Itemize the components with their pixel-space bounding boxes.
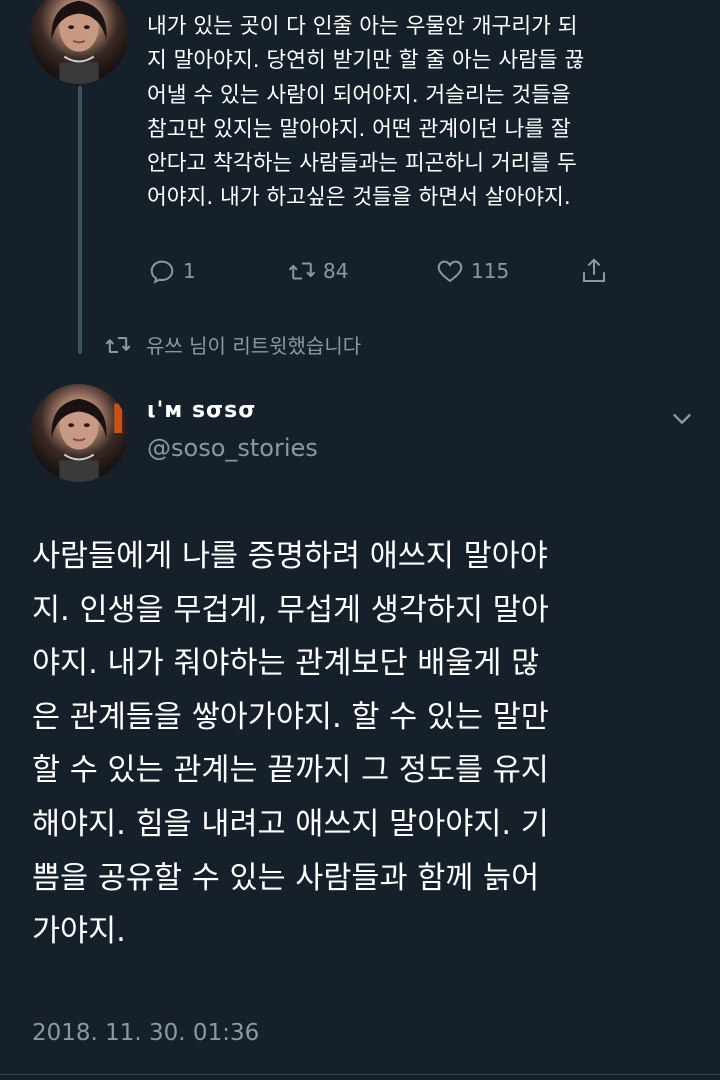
tweet-text-line: 은 관계들을 쌓아가야지. 할 수 있는 말만	[32, 699, 549, 735]
tweet-timestamp[interactable]: 2018. 11. 30. 01:36	[32, 1020, 259, 1046]
reply-button[interactable]: 1	[147, 256, 196, 286]
tweet-text: 사람들에게 나를 증명하려 애쓰지 말아야 지. 인생을 무겁게, 무섭게 생각…	[32, 530, 712, 959]
share-button[interactable]	[579, 256, 609, 286]
chevron-down-icon[interactable]	[668, 404, 696, 432]
tweet-action-bar: 1 84 115	[147, 256, 617, 288]
retweet-count: 84	[323, 259, 349, 283]
tweet-text-line: 안다고 착각하는 사람들과는 피곤하니 거리를 두	[147, 151, 577, 177]
avatar[interactable]	[30, 384, 128, 482]
tweet-text-line: 참고만 있지는 말아야지. 어떤 관계이던 나를 잘	[147, 116, 571, 142]
tweet-text-line: 어야지. 내가 하고싶은 것들을 하면서 살아야지.	[147, 185, 571, 211]
share-icon	[583, 258, 605, 282]
avatar[interactable]	[30, 0, 128, 84]
tweet-text-line: 지. 인생을 무겁게, 무섭게 생각하지 말아	[32, 592, 549, 628]
tweet-text-line: 내가 있는 곳이 다 인줄 아는 우물안 개구리가 되	[147, 14, 578, 39]
tweet-text-line: 해야지. 힘을 내려고 애쓰지 말아야지. 기	[32, 806, 549, 842]
retweet-notice[interactable]: 유쓰 님이 리트윗했습니다	[104, 330, 361, 359]
avatar-image	[51, 0, 107, 84]
tweet-text-line: 야지. 내가 줘야하는 관계보단 배울게 많	[32, 646, 540, 682]
user-handle[interactable]: @soso_stories	[147, 434, 318, 462]
tweet-text-line: 할 수 있는 관계는 끝까지 그 정도를 유지	[32, 753, 549, 789]
tweet-text-line: 사람들에게 나를 증명하려 애쓰지 말아야	[32, 539, 548, 574]
thread-connector-line	[78, 86, 82, 354]
tweet-text-line: 가야지.	[32, 914, 126, 950]
tweet-text-line: 쁨을 공유할 수 있는 사람들과 함께 늙어	[32, 860, 540, 896]
avatar-image	[51, 398, 123, 482]
heart-icon	[437, 260, 463, 283]
reply-icon	[150, 260, 174, 284]
retweet-icon	[288, 262, 316, 280]
tweet-text-line: 어낼 수 있는 사람이 되어야지. 거슬리는 것들을	[147, 82, 571, 108]
tweet-text-line: 지 말아야지. 당연히 받기만 할 줄 아는 사람들 끊	[147, 48, 585, 74]
like-button[interactable]: 115	[435, 256, 509, 286]
display-name[interactable]: ι'м ѕσѕσ	[147, 398, 256, 423]
reply-count: 1	[183, 259, 196, 283]
retweet-notice-text: 유쓰 님이 리트윗했습니다	[146, 334, 362, 358]
retweet-button[interactable]: 84	[287, 256, 348, 286]
like-count: 115	[471, 259, 510, 283]
retweeted-tweet-text: 내가 있는 곳이 다 인줄 아는 우물안 개구리가 되 지 말아야지. 당연히 …	[147, 10, 707, 216]
retweet-icon	[105, 336, 131, 353]
divider	[0, 1074, 720, 1075]
